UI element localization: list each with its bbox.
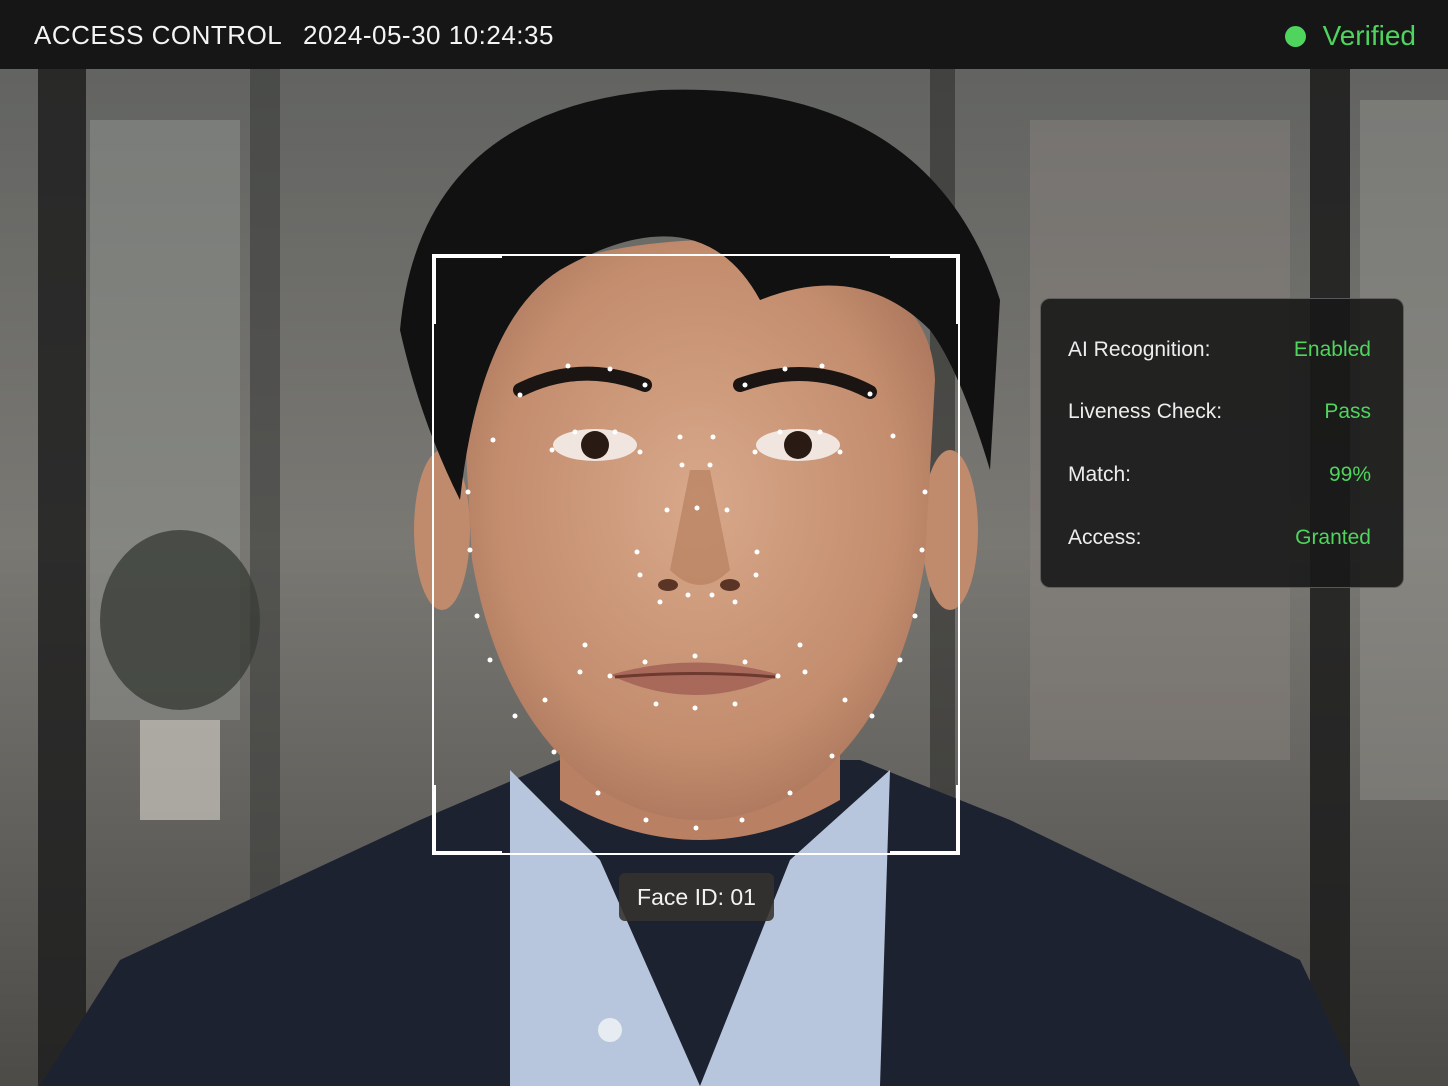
corner-top-right-v [956,254,960,324]
info-value: 99% [1328,463,1371,486]
timestamp: 2024-05-30 10:24:35 [303,20,554,50]
info-label: AI Recognition: [1068,338,1211,361]
corner-top-left [432,254,502,258]
info-value: Pass [1324,400,1371,423]
info-row-ai-recognition: AI Recognition: Enabled [1068,335,1371,365]
app-title: ACCESS CONTROL [34,20,283,50]
corner-top-left-v [432,254,436,324]
face-detection-box [432,254,960,855]
info-label: Liveness Check: [1068,400,1223,423]
info-label: Match: [1068,463,1132,486]
info-value: Granted [1295,526,1371,549]
corner-bottom-right-v [956,785,960,855]
top-bar: ACCESS CONTROL 2024-05-30 10:24:35 Verif… [0,0,1448,69]
recognition-info-panel: AI Recognition: Enabled Liveness Check: … [1040,298,1404,588]
corner-bottom-left [432,851,502,855]
status-dot-icon [1284,25,1306,47]
info-label: Access: [1068,526,1142,549]
corner-bottom-right [890,851,960,855]
info-row-match: Match: 99% [1068,460,1371,490]
corner-bottom-left-v [432,785,436,855]
info-row-access: Access: Granted [1068,523,1371,553]
info-value: Enabled [1293,338,1371,361]
corner-top-right [890,254,960,258]
verification-status: Verified [1284,20,1416,52]
info-row-liveness-check: Liveness Check: Pass [1068,397,1371,427]
face-id-label: Face ID: 01 [619,873,774,921]
status-label: Verified [1322,20,1416,51]
